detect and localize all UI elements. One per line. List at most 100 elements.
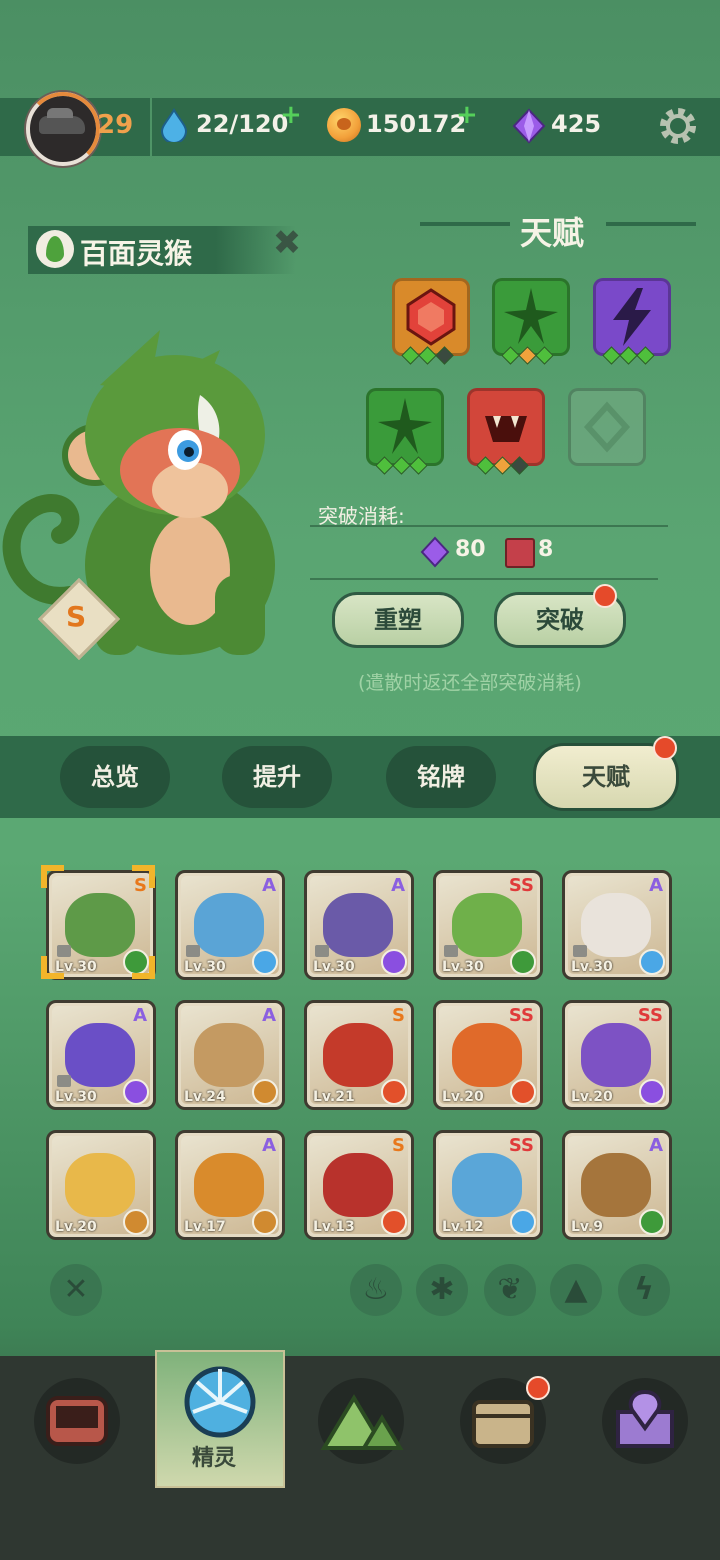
dismiss-refund-note: (遣散时返还全部突破消耗) (358, 672, 582, 694)
tab-upgrade[interactable]: 提升 (222, 746, 332, 808)
pet-level: Lv.30 (55, 1089, 97, 1105)
lock-icon (315, 945, 329, 957)
player-level: 29 (97, 110, 134, 140)
pet-portrait (194, 893, 264, 957)
pet-card[interactable]: SS Lv.20 (562, 1000, 672, 1110)
pet-portrait (65, 1153, 135, 1217)
pet-rank: S (66, 600, 87, 633)
pet-card[interactable]: A Lv.30 (304, 870, 414, 980)
pet-grade: SS (637, 1005, 663, 1026)
nav-spirit-label: 精灵 (192, 1446, 237, 1471)
selection-frame (41, 865, 155, 979)
notification-dot (593, 584, 617, 608)
resource-bar: 29 22/120 + 150172 + 425 (0, 92, 720, 166)
talent-slot-3[interactable] (593, 278, 671, 365)
pet-level: Lv.20 (442, 1089, 484, 1105)
talent-slot-1[interactable] (392, 278, 470, 365)
pet-card[interactable]: Lv.20 (46, 1130, 156, 1240)
tab-overview[interactable]: 总览 (60, 746, 170, 808)
ice-element-icon (510, 1209, 536, 1235)
pet-card[interactable]: A Lv.9 (562, 1130, 672, 1240)
fanged-mouth-icon (485, 416, 527, 442)
pet-card[interactable]: S Lv.13 (304, 1130, 414, 1240)
pet-card[interactable]: A Lv.24 (175, 1000, 285, 1110)
spiky-seed-icon (504, 288, 558, 344)
notification-dot (653, 736, 677, 760)
pet-level: Lv.30 (442, 959, 484, 975)
pet-level: Lv.21 (313, 1089, 355, 1105)
pet-card[interactable]: A Lv.17 (175, 1130, 285, 1240)
coins-value: 150172 (366, 110, 467, 138)
pet-level: Lv.13 (313, 1219, 355, 1235)
thunder-element-icon (123, 1079, 149, 1105)
pet-level: Lv.24 (184, 1089, 226, 1105)
purple-gem-icon (420, 536, 450, 568)
clear-filter-icon[interactable]: ✕ (50, 1264, 102, 1316)
ice-element-icon (252, 949, 278, 975)
divider (310, 525, 668, 527)
pet-level: Lv.30 (184, 959, 226, 975)
thunder-icon[interactable]: ϟ (618, 1264, 670, 1316)
nav-console[interactable] (34, 1378, 120, 1464)
pet-portrait (194, 1023, 264, 1087)
pet-grade: SS (508, 1135, 534, 1156)
earth-element-icon (252, 1209, 278, 1235)
gems-value: 425 (551, 110, 602, 138)
nav-adventure[interactable] (318, 1378, 404, 1464)
empty-slot-icon (583, 401, 631, 453)
pet-grade: A (133, 1005, 147, 1026)
mountain-icon (320, 1394, 404, 1450)
pet-name-banner: 百面灵猴 (28, 226, 296, 274)
pet-level: Lv.20 (571, 1089, 613, 1105)
talent-book-icon (505, 538, 535, 568)
earth-icon[interactable]: ▲ (550, 1264, 602, 1316)
pet-portrait (452, 1153, 522, 1217)
pet-portrait (452, 1023, 522, 1087)
notification-dot (526, 1376, 550, 1400)
pet-level: Lv.30 (313, 959, 355, 975)
fire-icon[interactable]: ♨ (350, 1264, 402, 1316)
talent-slot-2[interactable] (492, 278, 570, 365)
reset-button[interactable]: 重塑 (332, 592, 464, 648)
fire-element-icon (510, 1079, 536, 1105)
ice-element-icon (639, 949, 665, 975)
pet-card[interactable]: SS Lv.12 (433, 1130, 543, 1240)
avatar[interactable] (26, 92, 100, 166)
pet-card[interactable]: A Lv.30 (175, 870, 285, 980)
pet-portrait (452, 893, 522, 957)
talent-slot-5[interactable] (467, 388, 545, 475)
pet-grade: S (392, 1135, 405, 1156)
nav-map[interactable] (602, 1378, 688, 1464)
tab-nameplate[interactable]: 铭牌 (386, 746, 496, 808)
fire-element-icon (381, 1079, 407, 1105)
divider (310, 578, 658, 580)
dismiss-pet-button[interactable]: ✖ (272, 226, 302, 260)
talent-slot-6[interactable] (568, 388, 646, 466)
ice-icon[interactable]: ✱ (416, 1264, 468, 1316)
pet-grade: A (262, 875, 276, 896)
pet-portrait (194, 1153, 264, 1217)
pet-card[interactable]: A Lv.30 (562, 870, 672, 980)
pet-grade: A (391, 875, 405, 896)
leaf-icon[interactable]: ❦ (484, 1264, 536, 1316)
earth-element-icon (123, 1209, 149, 1235)
pet-card[interactable]: S Lv.21 (304, 1000, 414, 1110)
fire-element-icon (381, 1209, 407, 1235)
lightning-icon (613, 288, 651, 346)
pet-card[interactable]: A Lv.30 (46, 1000, 156, 1110)
break-cost-books: 8 (538, 537, 554, 562)
talent-slot-4[interactable] (366, 388, 444, 475)
title-ornament-left (420, 222, 510, 226)
add-energy-button[interactable]: + (280, 100, 302, 130)
pet-grade: A (262, 1005, 276, 1026)
gear-icon[interactable] (656, 104, 700, 148)
pet-level: Lv.12 (442, 1219, 484, 1235)
add-coins-button[interactable]: + (456, 100, 478, 130)
thunder-element-icon (639, 1079, 665, 1105)
water-drop-icon (160, 108, 188, 142)
leaf-element-icon (36, 230, 74, 268)
energy-value: 22/120 (196, 110, 289, 138)
pet-card[interactable]: SS Lv.30 (433, 870, 543, 980)
pet-card[interactable]: SS Lv.20 (433, 1000, 543, 1110)
pet-portrait (581, 893, 651, 957)
